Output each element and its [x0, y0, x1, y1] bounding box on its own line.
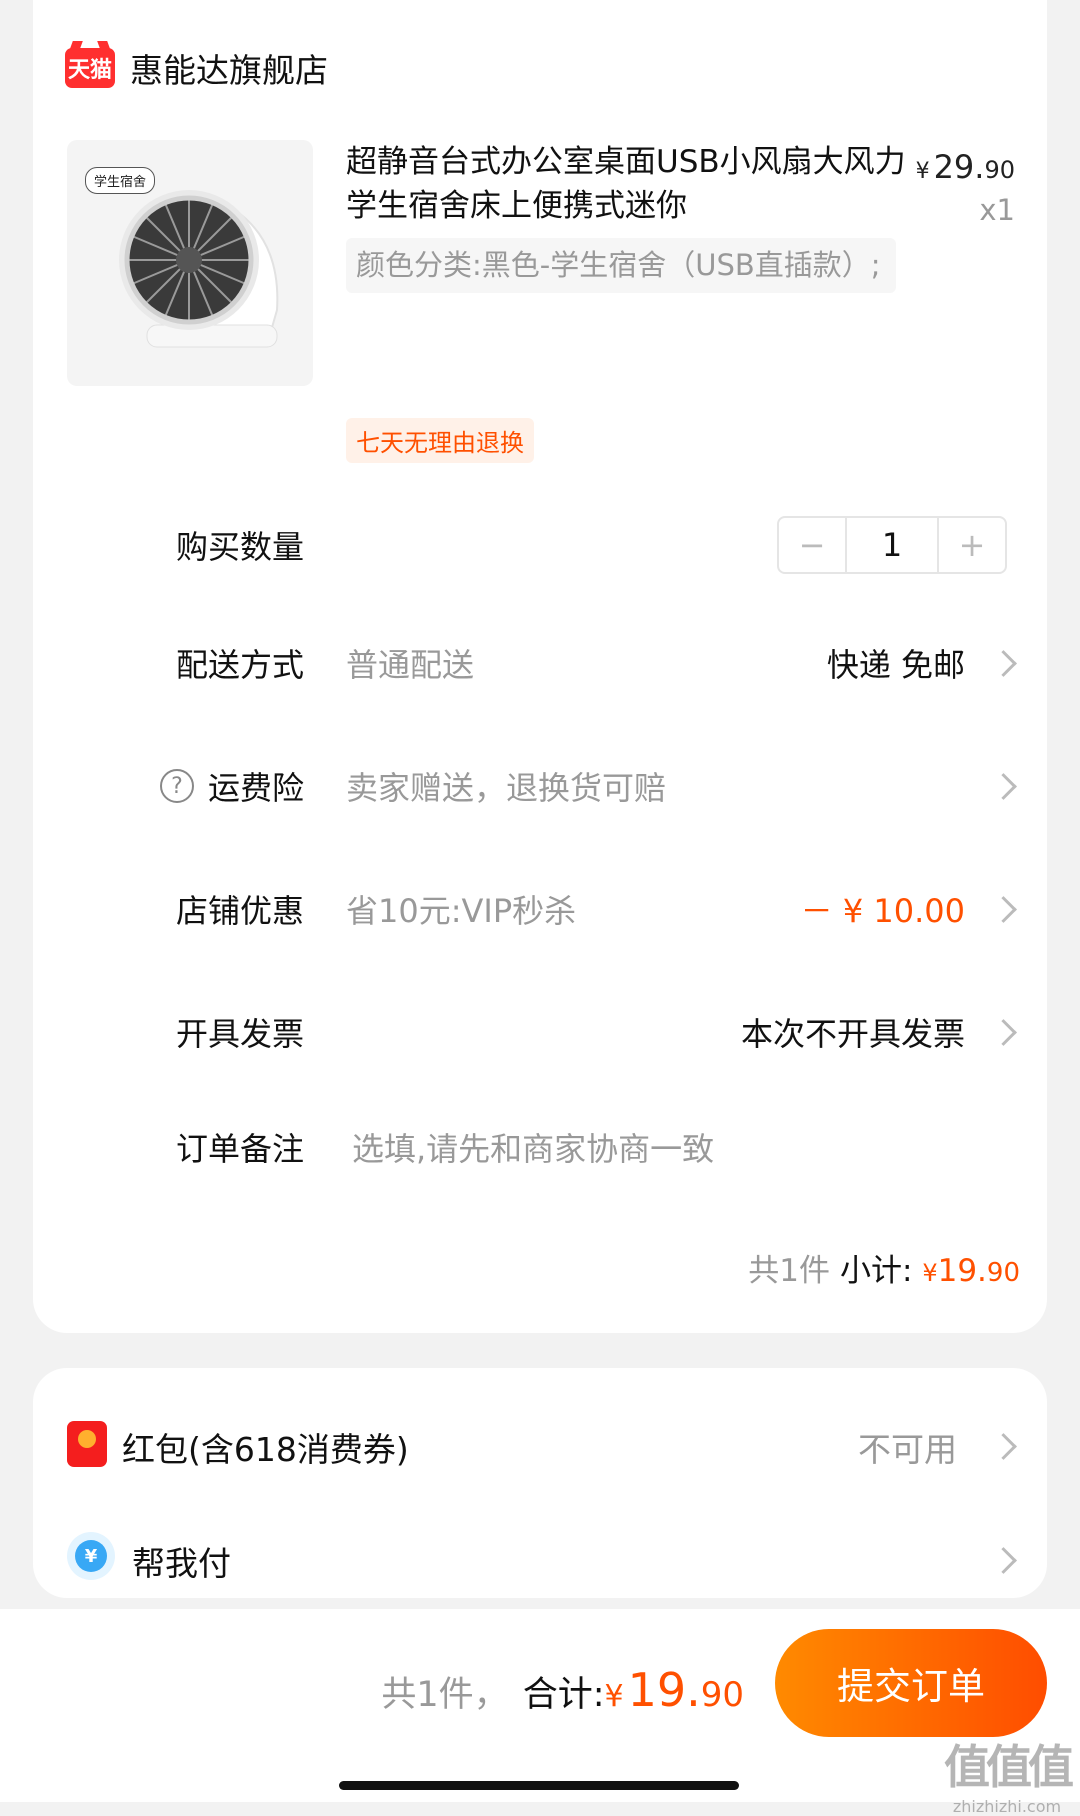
decrease-button[interactable]: −	[779, 518, 845, 572]
tmall-logo-icon: 天猫	[65, 48, 115, 88]
subtotal-label: 小计:	[840, 1253, 913, 1289]
delivery-fee: 快递 免邮	[826, 646, 965, 684]
red-packet-label: 红包(含618消费券)	[122, 1430, 409, 1469]
total-amount: ¥19.90	[604, 1663, 744, 1717]
store-discount-amount: － ¥ 10.00	[800, 892, 965, 930]
shipping-insurance-label: 运费险	[207, 769, 304, 807]
chevron-right-icon	[990, 1018, 1017, 1046]
order-total: 共1件， 合计: ¥19.90	[381, 1663, 744, 1717]
subtotal-amount: ¥19.90	[922, 1253, 1020, 1289]
order-note-input[interactable]: 选填,请先和商家协商一致	[352, 1124, 714, 1170]
product-price: ¥29.90	[915, 148, 1015, 186]
increase-button[interactable]: +	[939, 518, 1005, 572]
yuan-coin-icon: ¥	[67, 1532, 115, 1580]
product-title[interactable]: 超静音台式办公室桌面USB小风扇大风力学生宿舍床上便携式迷你	[346, 140, 906, 228]
order-card: 天猫 惠能达旗舰店 学生宿舍 超静音台式办公室桌面USB小风扇大风力学生宿舍床上…	[33, 0, 1047, 1333]
delivery-value: 普通配送	[346, 646, 475, 684]
chevron-right-icon	[990, 772, 1017, 800]
quantity-label: 购买数量	[175, 528, 304, 566]
return-policy-badge: 七天无理由退换	[346, 418, 534, 463]
store-discount-label: 店铺优惠	[175, 892, 304, 930]
quantity-input[interactable]: 1	[845, 518, 939, 572]
shop-header[interactable]: 天猫 惠能达旗舰店	[65, 44, 328, 92]
chevron-right-icon	[990, 649, 1017, 677]
product-quantity: x1	[979, 193, 1015, 227]
invoice-value: 本次不开具发票	[740, 1015, 965, 1053]
total-label: 合计:	[522, 1675, 605, 1715]
chevron-right-icon	[990, 895, 1017, 923]
checkout-bar: 共1件， 合计: ¥19.90 提交订单 值值值 zhizhizhi.com	[0, 1609, 1080, 1816]
product-image[interactable]: 学生宿舍	[67, 140, 313, 386]
shop-name[interactable]: 惠能达旗舰店	[130, 44, 328, 92]
help-icon[interactable]: ?	[159, 769, 194, 803]
delivery-label: 配送方式	[175, 646, 304, 684]
shipping-insurance-value: 卖家赠送，退换货可赔	[346, 769, 667, 807]
subtotal-count: 共1件	[748, 1253, 830, 1289]
subtotal: 共1件 小计: ¥19.90	[748, 1245, 1020, 1290]
red-packet-row[interactable]: 红包(含618消费券) 不可用	[33, 1413, 1047, 1473]
order-note-label: 订单备注	[175, 1130, 304, 1168]
store-discount-value: 省10元:VIP秒杀	[346, 892, 577, 930]
chevron-right-icon	[990, 1547, 1017, 1574]
red-packet-icon	[67, 1421, 107, 1467]
desk-fan-icon	[119, 190, 279, 348]
invoice-row[interactable]: 开具发票 本次不开具发票	[33, 1002, 1047, 1062]
red-packet-status: 不可用	[858, 1430, 957, 1469]
home-indicator[interactable]	[339, 1781, 739, 1790]
watermark: 值值值 zhizhizhi.com	[944, 1740, 1074, 1816]
delivery-row[interactable]: 配送方式 普通配送 快递 免邮	[33, 633, 1047, 693]
invoice-label: 开具发票	[175, 1015, 304, 1053]
submit-order-button[interactable]: 提交订单	[775, 1629, 1047, 1737]
shipping-insurance-row[interactable]: ? 运费险 卖家赠送，退换货可赔	[33, 756, 1047, 816]
product-sku[interactable]: 颜色分类:黑色-学生宿舍（USB直插款）;	[346, 238, 896, 293]
total-count: 共1件，	[381, 1675, 509, 1715]
store-discount-row[interactable]: 店铺优惠 省10元:VIP秒杀 － ¥ 10.00	[33, 879, 1047, 939]
help-me-pay-row[interactable]: ¥ 帮我付	[33, 1527, 1047, 1587]
chevron-right-icon	[990, 1433, 1017, 1460]
quantity-stepper: − 1 +	[777, 516, 1007, 574]
order-note-row: 订单备注 选填,请先和商家协商一致	[33, 1117, 1047, 1177]
payment-options-card: 红包(含618消费券) 不可用 ¥ 帮我付	[33, 1368, 1047, 1598]
help-me-pay-label: 帮我付	[132, 1544, 231, 1583]
